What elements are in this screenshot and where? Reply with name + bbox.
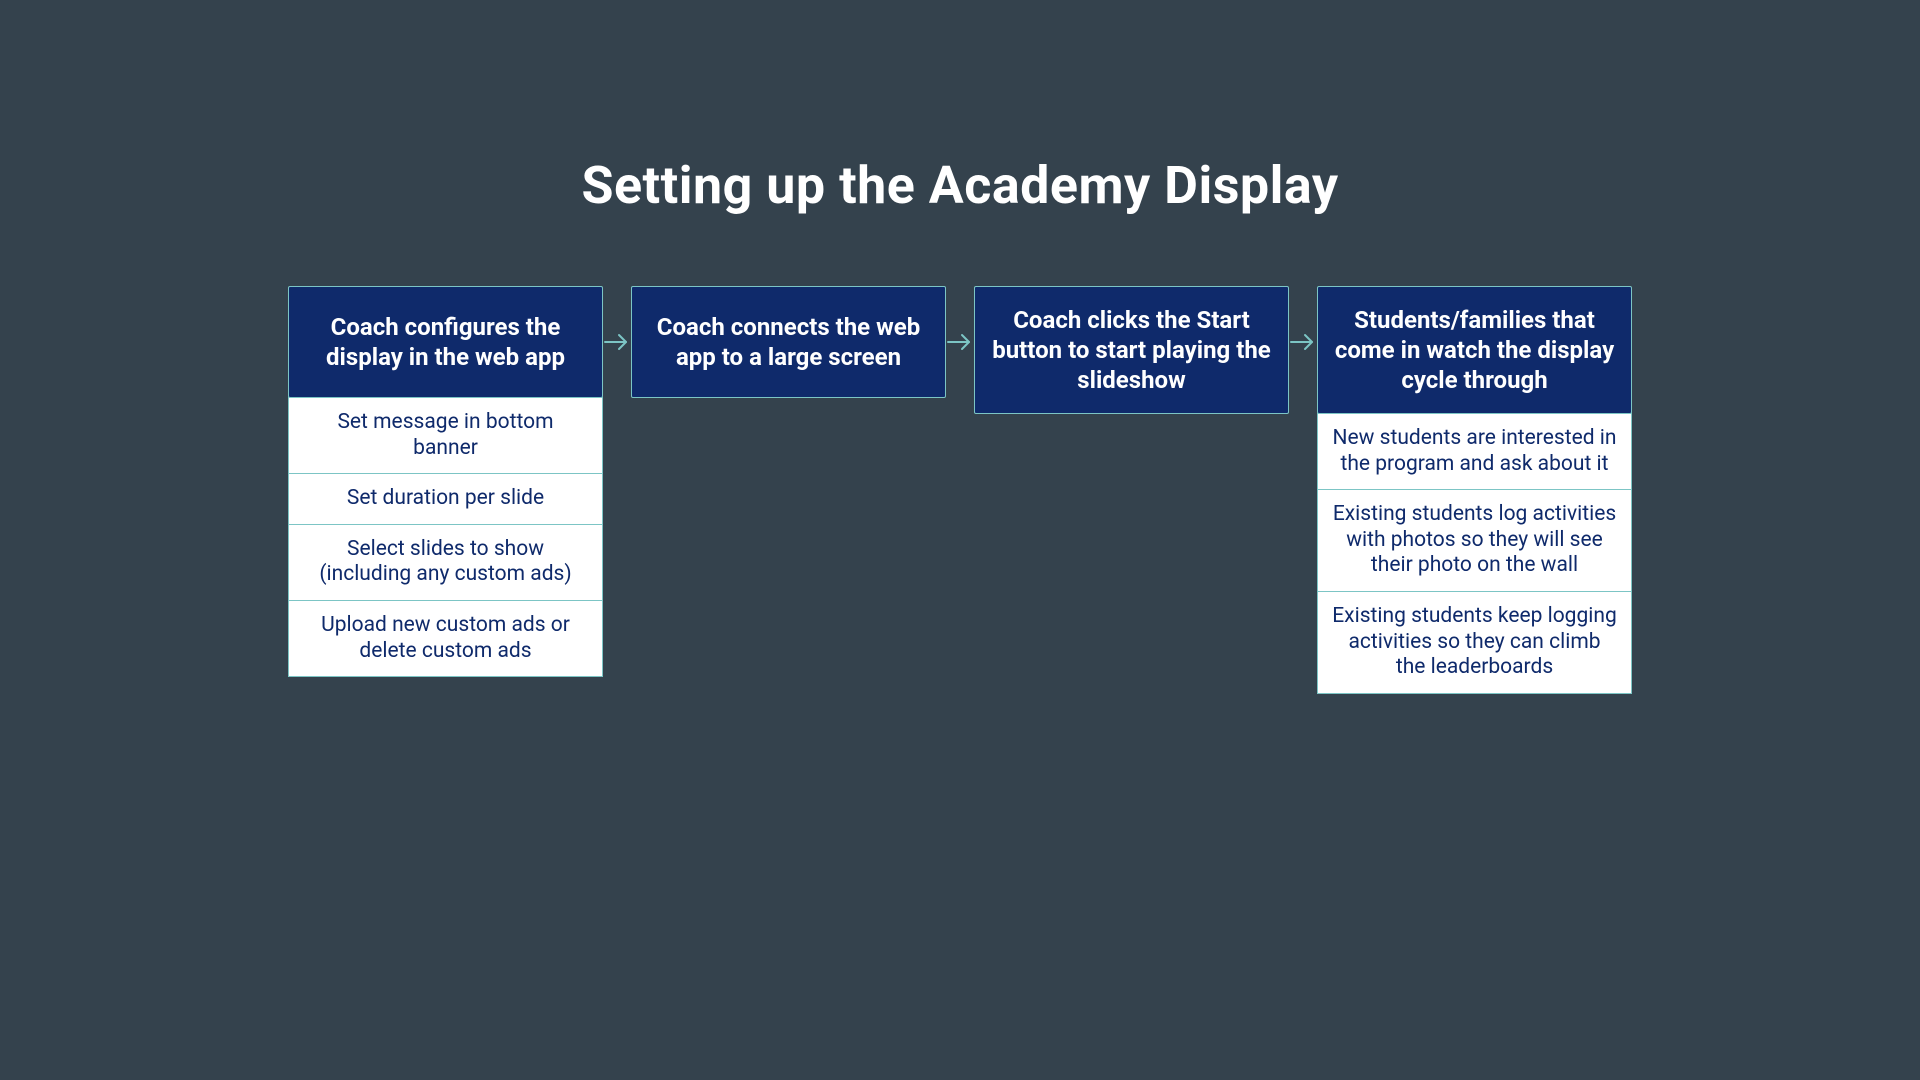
arrow-icon xyxy=(1289,286,1317,398)
step-4-detail-1: New students are interested in the progr… xyxy=(1317,413,1632,490)
step-1-detail-2: Set duration per slide xyxy=(288,473,603,525)
arrow-icon xyxy=(946,286,974,398)
step-4-detail-3: Existing students keep logging activitie… xyxy=(1317,591,1632,694)
step-4-header: Students/families that come in watch the… xyxy=(1317,286,1632,414)
step-1: Coach configures the display in the web … xyxy=(288,286,603,677)
step-1-detail-3: Select slides to show (including any cus… xyxy=(288,524,603,601)
step-4-detail-2: Existing students log activities with ph… xyxy=(1317,489,1632,592)
arrow-icon xyxy=(603,286,631,398)
flow-diagram: Coach configures the display in the web … xyxy=(55,286,1865,694)
page-title: Setting up the Academy Display xyxy=(581,155,1338,216)
step-1-detail-1: Set message in bottom banner xyxy=(288,397,603,474)
step-1-header: Coach configures the display in the web … xyxy=(288,286,603,398)
step-3-header: Coach clicks the Start button to start p… xyxy=(974,286,1289,414)
step-1-detail-4: Upload new custom ads or delete custom a… xyxy=(288,600,603,677)
step-2: Coach connects the web app to a large sc… xyxy=(631,286,946,398)
step-2-header: Coach connects the web app to a large sc… xyxy=(631,286,946,398)
step-3: Coach clicks the Start button to start p… xyxy=(974,286,1289,414)
step-4: Students/families that come in watch the… xyxy=(1317,286,1632,694)
